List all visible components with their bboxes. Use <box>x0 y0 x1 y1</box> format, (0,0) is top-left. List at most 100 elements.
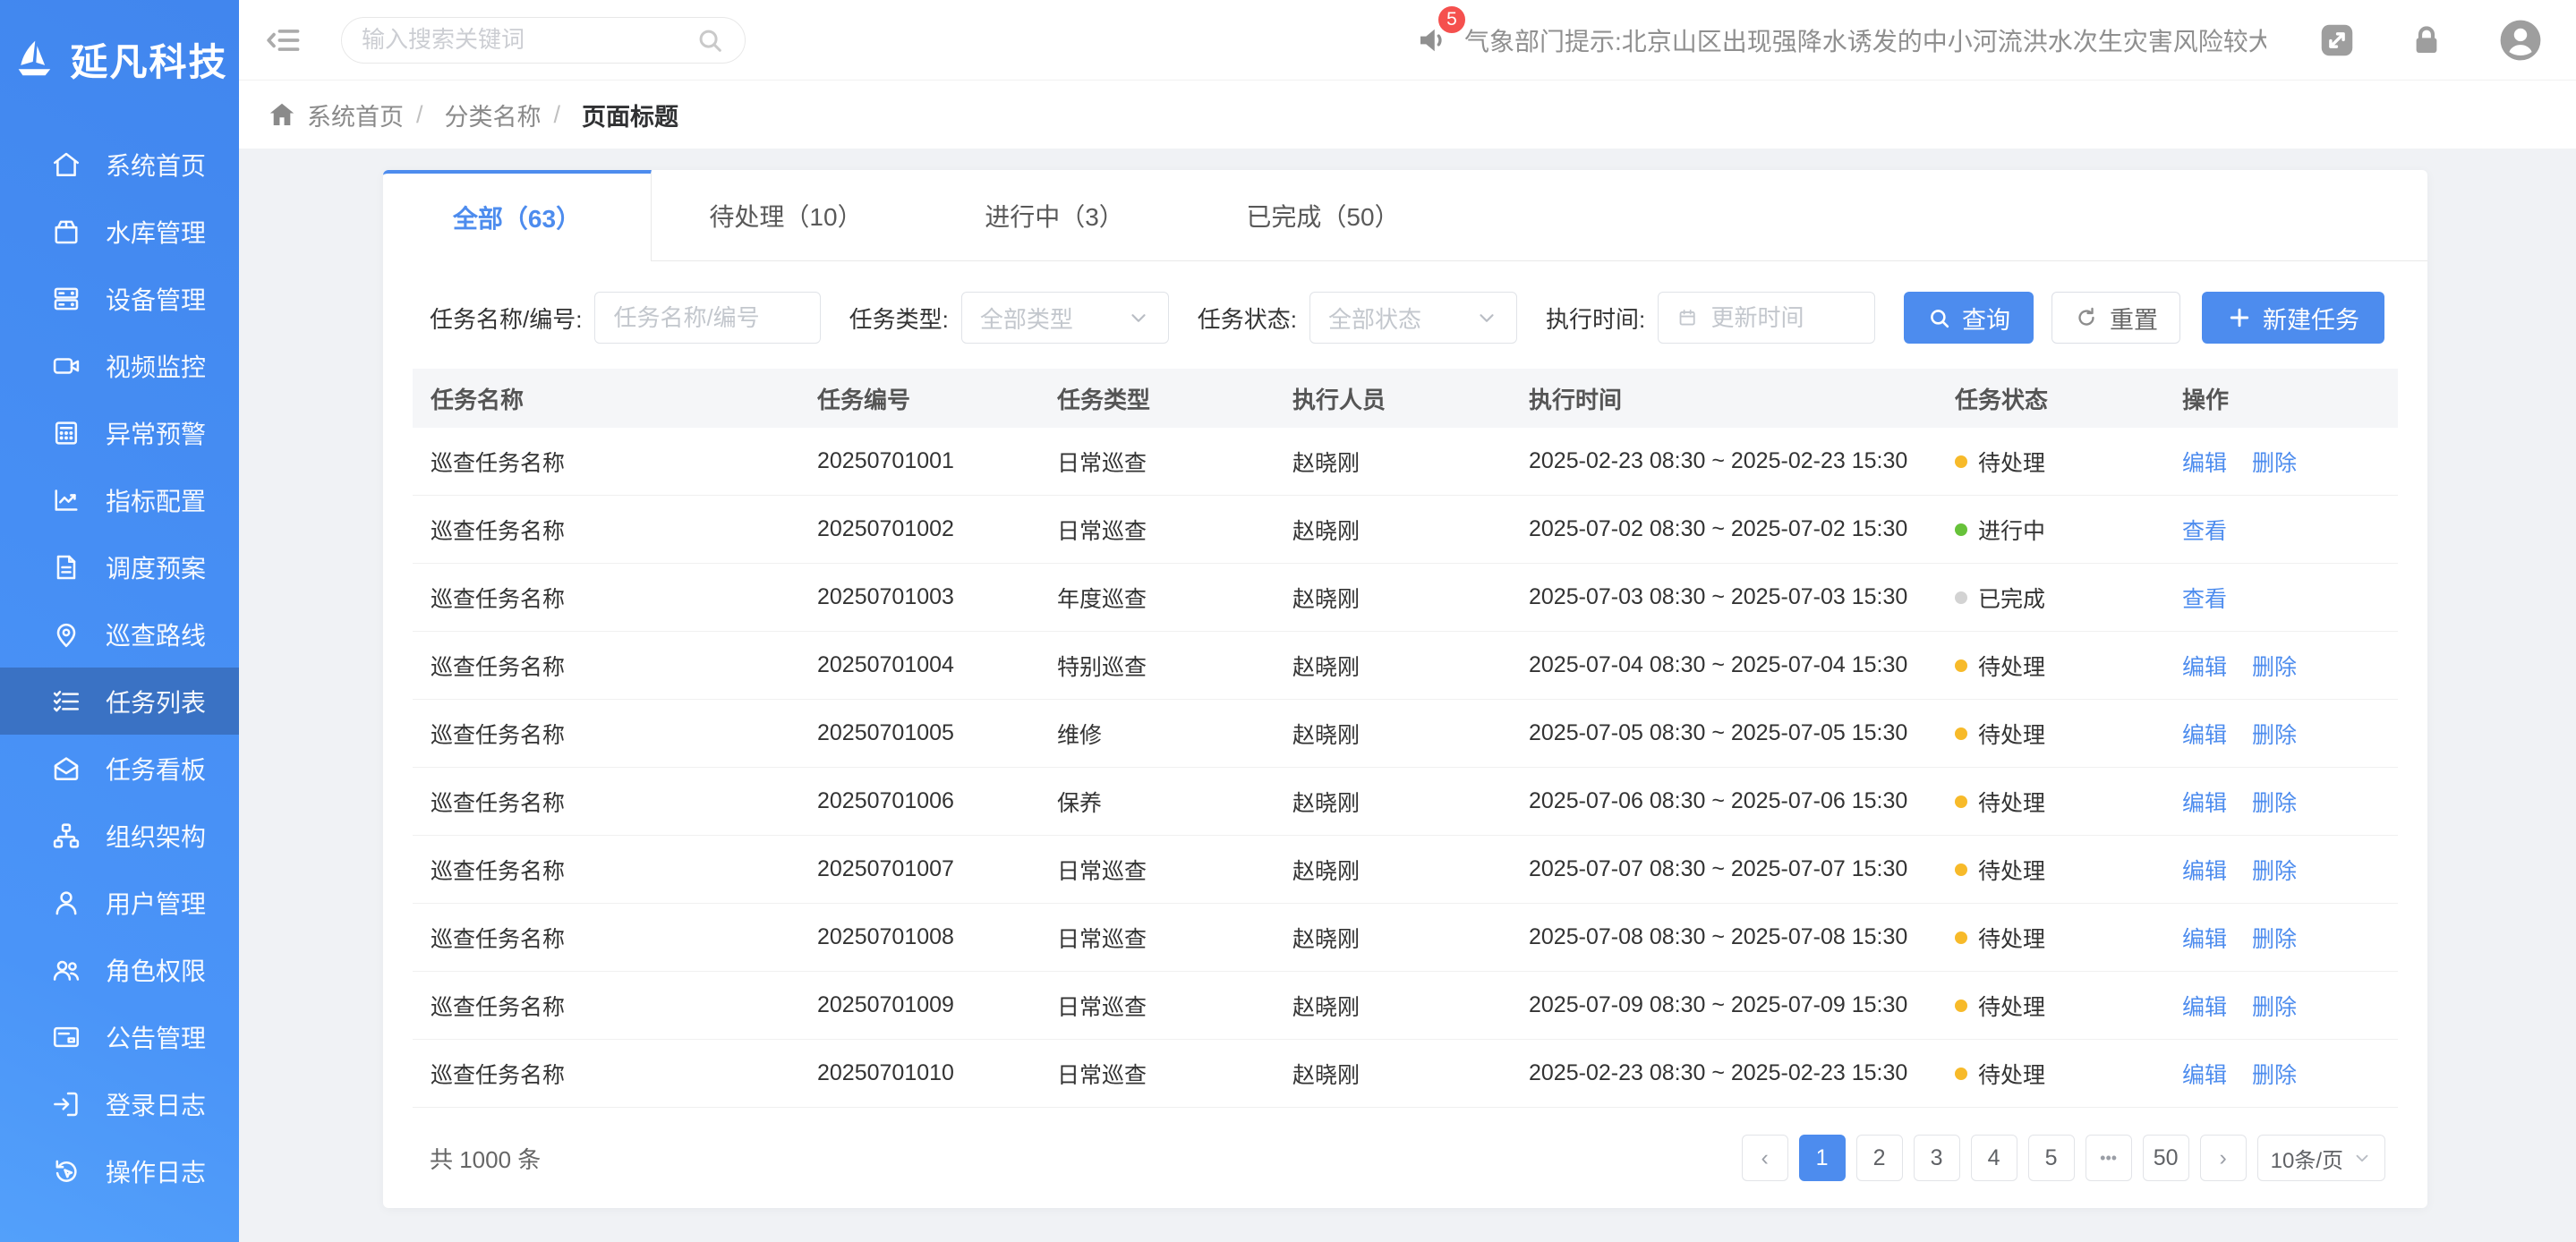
edit-link[interactable]: 编辑 <box>2182 791 2227 816</box>
sidebar-item-user[interactable]: 用户管理 <box>0 869 239 936</box>
filter-name-label: 任务名称/编号: <box>430 302 582 335</box>
page-button-50[interactable]: 50 <box>2143 1135 2189 1181</box>
login-log-icon <box>50 1088 82 1120</box>
delete-link[interactable]: 删除 <box>2252 655 2297 680</box>
tab-0[interactable]: 全部（63） <box>383 170 652 261</box>
sidebar-item-task-board[interactable]: 任务看板 <box>0 735 239 802</box>
next-page-button[interactable]: › <box>2200 1135 2247 1181</box>
status-badge: 待处理 <box>1978 990 2045 1022</box>
delete-link[interactable]: 删除 <box>2252 791 2297 816</box>
cell-actions: 编辑删除 <box>2164 768 2398 836</box>
delete-link[interactable]: 删除 <box>2252 927 2297 952</box>
view-link[interactable]: 查看 <box>2182 519 2227 544</box>
collapse-sidebar-button[interactable] <box>264 21 303 60</box>
table-row: 巡查任务名称20250701006保养赵晓刚2025-07-06 08:30 ~… <box>413 768 2398 836</box>
page-size-select[interactable]: 10条/页 <box>2257 1135 2385 1181</box>
avatar-button[interactable] <box>2495 15 2546 65</box>
page-button-3[interactable]: 3 <box>1914 1135 1960 1181</box>
tab-1[interactable]: 待处理（10） <box>652 170 920 260</box>
route-icon <box>50 618 82 651</box>
column-header: 执行时间 <box>1511 369 1937 428</box>
edit-link[interactable]: 编辑 <box>2182 995 2227 1020</box>
status-dot <box>1955 659 1967 672</box>
tab-2[interactable]: 进行中（3） <box>920 170 1189 260</box>
delete-link[interactable]: 删除 <box>2252 451 2297 476</box>
cell-time: 2025-07-09 08:30 ~ 2025-07-09 15:30 <box>1511 972 1937 1040</box>
view-link[interactable]: 查看 <box>2182 587 2227 612</box>
sidebar-item-login-log[interactable]: 登录日志 <box>0 1070 239 1137</box>
task-type-select[interactable]: 全部类型 <box>961 292 1169 344</box>
breadcrumb-separator: / <box>416 101 423 129</box>
query-button[interactable]: 查询 <box>1904 292 2034 344</box>
breadcrumb-home[interactable]: 系统首页 <box>307 98 404 132</box>
edit-link[interactable]: 编辑 <box>2182 859 2227 884</box>
delete-link[interactable]: 删除 <box>2252 1063 2297 1088</box>
column-header: 任务编号 <box>799 369 1039 428</box>
status-badge: 进行中 <box>1978 514 2045 546</box>
cell-type: 日常巡查 <box>1039 836 1275 904</box>
cell-code: 20250701005 <box>799 700 1039 768</box>
sidebar-item-label: 任务列表 <box>106 684 206 719</box>
sidebar-item-role[interactable]: 角色权限 <box>0 936 239 1003</box>
sidebar-item-task-list[interactable]: 任务列表 <box>0 668 239 735</box>
sailboat-logo-icon <box>11 36 57 82</box>
home-icon <box>50 149 82 181</box>
sidebar-item-plan[interactable]: 调度预案 <box>0 533 239 600</box>
status-badge: 待处理 <box>1978 650 2045 682</box>
sidebar-item-notice[interactable]: 公告管理 <box>0 1003 239 1070</box>
sidebar-item-route[interactable]: 巡查路线 <box>0 600 239 668</box>
status-dot <box>1955 591 1967 604</box>
sidebar-item-label: 视频监控 <box>106 348 206 384</box>
page-button-4[interactable]: 4 <box>1971 1135 2017 1181</box>
edit-link[interactable]: 编辑 <box>2182 927 2227 952</box>
page-button-2[interactable]: 2 <box>1856 1135 1903 1181</box>
sidebar-item-alert[interactable]: 异常预警 <box>0 399 239 466</box>
sidebar-item-device[interactable]: 设备管理 <box>0 265 239 332</box>
main-area: 5 气象部门提示:北京山区出现强降水诱发的中小河流洪水次生灾害风险较大，请部门加… <box>239 0 2576 1242</box>
edit-link[interactable]: 编辑 <box>2182 451 2227 476</box>
edit-link[interactable]: 编辑 <box>2182 723 2227 748</box>
page-button-1[interactable]: 1 <box>1799 1135 1846 1181</box>
notification-speaker[interactable]: 5 <box>1414 21 1452 59</box>
page-button-5[interactable]: 5 <box>2028 1135 2075 1181</box>
delete-link[interactable]: 删除 <box>2252 723 2297 748</box>
task-name-input[interactable] <box>613 304 801 332</box>
sidebar-item-label: 指标配置 <box>106 482 206 518</box>
cell-code: 20250701006 <box>799 768 1039 836</box>
cell-name: 巡查任务名称 <box>413 836 799 904</box>
search-icon[interactable] <box>695 25 725 55</box>
sidebar-item-label: 设备管理 <box>106 281 206 317</box>
sidebar-item-operation-log[interactable]: 操作日志 <box>0 1137 239 1204</box>
sidebar-item-label: 调度预案 <box>106 549 206 585</box>
cell-time: 2025-07-06 08:30 ~ 2025-07-06 15:30 <box>1511 768 1937 836</box>
breadcrumb-category[interactable]: 分类名称 <box>445 98 542 132</box>
edit-link[interactable]: 编辑 <box>2182 1063 2227 1088</box>
previous-page-button[interactable]: ‹ <box>1742 1135 1788 1181</box>
filter-name-box <box>594 292 820 344</box>
execute-time-picker[interactable] <box>1658 292 1875 344</box>
sidebar-item-video[interactable]: 视频监控 <box>0 332 239 399</box>
cell-type: 特别巡查 <box>1039 632 1275 700</box>
task-status-select[interactable]: 全部状态 <box>1309 292 1517 344</box>
execute-time-input[interactable] <box>1710 304 1856 332</box>
tab-3[interactable]: 已完成（50） <box>1189 170 1457 260</box>
sidebar-item-metrics[interactable]: 指标配置 <box>0 466 239 533</box>
sidebar-item-reservoir[interactable]: 水库管理 <box>0 198 239 265</box>
org-icon <box>50 820 82 852</box>
edit-link[interactable]: 编辑 <box>2182 655 2227 680</box>
sidebar-item-home[interactable]: 系统首页 <box>0 131 239 198</box>
cell-type: 日常巡查 <box>1039 904 1275 972</box>
page-ellipsis[interactable]: ••• <box>2086 1135 2132 1181</box>
create-task-button[interactable]: 新建任务 <box>2202 292 2384 344</box>
delete-link[interactable]: 删除 <box>2252 859 2297 884</box>
total-count: 共 1000 条 <box>430 1142 541 1175</box>
fullscreen-button[interactable] <box>2316 20 2358 61</box>
cell-code: 20250701003 <box>799 564 1039 632</box>
status-dot <box>1955 523 1967 536</box>
lock-button[interactable] <box>2408 21 2445 59</box>
sidebar-item-org[interactable]: 组织架构 <box>0 802 239 869</box>
filter-time-label: 执行时间: <box>1546 302 1645 335</box>
search-input[interactable] <box>362 26 695 54</box>
delete-link[interactable]: 删除 <box>2252 995 2297 1020</box>
reset-button[interactable]: 重置 <box>2051 292 2180 344</box>
